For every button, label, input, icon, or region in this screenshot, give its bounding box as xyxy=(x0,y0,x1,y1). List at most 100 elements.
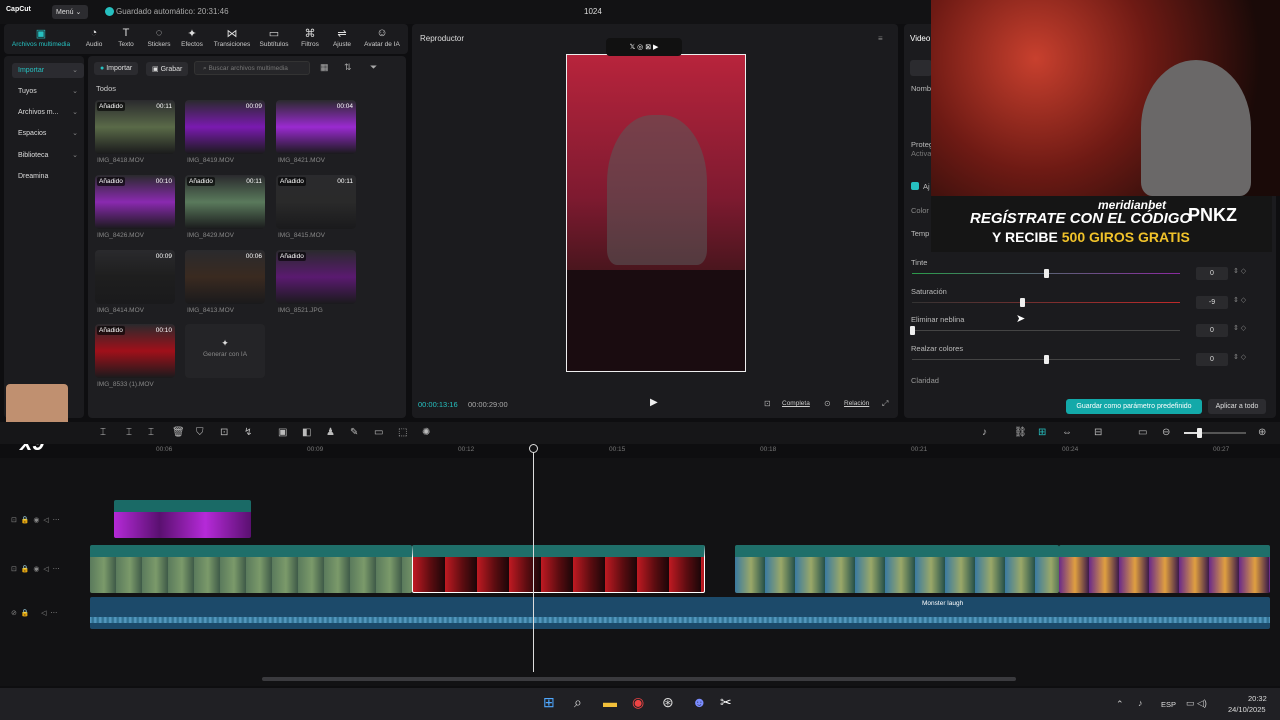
keyframe-icon[interactable]: ⇕ ◇ xyxy=(1233,324,1246,332)
clip-img-8521[interactable]: IMG_8521.JPG 00:00:05:00 xyxy=(1059,545,1270,593)
delete-icon[interactable]: 🗑 xyxy=(172,427,185,438)
timeline-scrollbar[interactable] xyxy=(262,677,1016,681)
clock-date[interactable]: 24/10/2025 xyxy=(1228,705,1266,714)
media-thumbnail[interactable]: Añadido 00:11 xyxy=(95,100,175,154)
windows-start-icon[interactable]: ⊞ xyxy=(543,694,555,711)
chrome-icon[interactable]: ◉ xyxy=(632,694,644,711)
menu-button[interactable]: Menú ⌄ xyxy=(52,5,88,19)
export-frame-icon[interactable]: ⬚ xyxy=(398,427,407,438)
slider-knob[interactable] xyxy=(1044,355,1049,364)
media-thumbnail[interactable]: 00:09 xyxy=(185,100,265,154)
sort-icon[interactable]: ⇅ xyxy=(344,62,352,73)
clip-img-8533-selected[interactable]: IMG_8533 (1).MOV 00:00:05:24 xyxy=(412,545,705,593)
crop-icon[interactable]: ⊡ xyxy=(764,399,771,408)
person-icon[interactable]: ♟ xyxy=(326,427,335,438)
adjust-checkbox[interactable] xyxy=(911,182,919,190)
chevron-up-icon[interactable]: ⌃ xyxy=(1116,699,1124,710)
track-controls-main[interactable]: ⊡ 🔒 ◉ ◁ ⋯ xyxy=(11,565,60,573)
zoom-in-icon[interactable]: ⊕ xyxy=(1258,427,1266,438)
tab-ai-avatar[interactable]: ☺ Avatar de IA xyxy=(360,27,404,48)
main-track-icon[interactable]: ⊞ xyxy=(1038,427,1046,438)
language-indicator[interactable]: ESP xyxy=(1161,700,1176,709)
shield-icon[interactable]: ⛉ xyxy=(196,427,204,438)
clip-img-8418[interactable]: IMG_8418.MOV 00:00:02:25 Velocidad 0.5X … xyxy=(90,545,412,593)
slider-knob[interactable] xyxy=(1044,269,1049,278)
microphone-tray-icon[interactable]: ♪ xyxy=(1138,698,1143,708)
playhead-handle[interactable] xyxy=(529,444,538,453)
tab-stickers[interactable]: ◌ Stickers xyxy=(144,27,174,48)
fullscreen-icon[interactable]: ⤢ xyxy=(882,399,888,409)
search-icon[interactable]: ⌕ xyxy=(574,694,582,711)
clip-img-8429[interactable]: IMG_8429.MOV 00:00:03:10 Velocidad 0.5X … xyxy=(735,545,1059,593)
clock-time[interactable]: 20:32 xyxy=(1248,694,1267,703)
sidebar-item-files[interactable]: Archivos m... ⌄ xyxy=(12,105,84,120)
clip-overlay[interactable]: IMG_8426.MOV 00:00:02:22 xyxy=(114,500,251,538)
preview-axis-icon[interactable]: ⊟ xyxy=(1094,427,1102,438)
tab-media[interactable]: ▣ Archivos multimedia xyxy=(8,27,74,48)
sidebar-item-yours[interactable]: Tuyos ⌄ xyxy=(12,84,84,99)
microphone-icon[interactable]: ♪ xyxy=(982,427,987,438)
filter-icon[interactable]: ⏷ xyxy=(370,62,377,73)
network-icon[interactable]: ▭ ◁) xyxy=(1186,698,1207,709)
tab-transitions[interactable]: ⋈ Transiciones xyxy=(210,27,254,48)
media-thumbnail[interactable]: Añadido xyxy=(276,250,356,304)
split-right-icon[interactable]: ⌶ xyxy=(148,427,154,438)
tab-filters[interactable]: ⌘ Filtros xyxy=(296,27,324,48)
media-thumbnail[interactable]: 00:04 xyxy=(276,100,356,154)
tab-audio[interactable]: ◔ Audio xyxy=(80,27,108,48)
image-icon[interactable]: ▣ xyxy=(278,427,287,438)
track-controls-overlay[interactable]: ⊡ 🔒 ◉ ◁ ⋯ xyxy=(11,516,60,524)
app-icon[interactable]: ⊛ xyxy=(662,694,674,711)
media-thumbnail[interactable]: 00:06 xyxy=(185,250,265,304)
zoom-out-icon[interactable]: ⊖ xyxy=(1162,427,1170,438)
timeline-ruler[interactable] xyxy=(90,444,1280,458)
save-preset-button[interactable]: Guardar como parámetro predefinido xyxy=(1066,399,1202,414)
slider-knob[interactable] xyxy=(1019,298,1025,307)
adjust-slider[interactable] xyxy=(912,302,1180,303)
media-thumbnail[interactable]: 00:09 xyxy=(95,250,175,304)
adjust-value[interactable]: 0 xyxy=(1196,353,1228,366)
zoom-knob[interactable] xyxy=(1197,428,1202,438)
ai-icon[interactable]: ✺ xyxy=(422,427,430,438)
tab-text[interactable]: T Texto xyxy=(112,27,140,48)
inspector-subtab[interactable] xyxy=(910,60,932,76)
apply-all-button[interactable]: Aplicar a todo xyxy=(1208,399,1266,414)
sidebar-item-spaces[interactable]: Espacios ⌄ xyxy=(12,126,84,141)
discord-icon[interactable]: ☻ xyxy=(692,694,707,710)
mirror-icon[interactable]: ◧ xyxy=(302,427,311,438)
media-thumbnail[interactable]: Añadido 00:10 xyxy=(95,324,175,378)
speed-icon[interactable]: ↯ xyxy=(244,427,252,438)
caption-icon[interactable]: ▭ xyxy=(374,427,383,438)
fit-icon[interactable]: ⊙ xyxy=(824,399,831,408)
link-icon[interactable]: ⛓ xyxy=(1014,427,1027,438)
slider-knob[interactable] xyxy=(910,326,915,335)
track-controls-audio[interactable]: ⊘ 🔒 ◁ ⋯ xyxy=(11,609,57,617)
grid-view-icon[interactable]: ▦ xyxy=(320,62,329,73)
subtitle-icon[interactable]: ▭ xyxy=(1138,427,1147,438)
keyframe-icon[interactable]: ⇕ ◇ xyxy=(1233,353,1246,361)
capcut-icon[interactable]: ✂ xyxy=(720,694,732,711)
record-button[interactable]: ▣ Grabar xyxy=(146,62,189,76)
adjust-slider[interactable] xyxy=(912,330,1180,331)
file-explorer-icon[interactable]: ▬ xyxy=(603,694,617,710)
sidebar-item-dreamina[interactable]: Dreamina xyxy=(12,169,84,184)
playhead[interactable] xyxy=(533,446,534,672)
import-button[interactable]: ● Importar xyxy=(94,62,139,75)
generate-ai-card[interactable]: ✦ Generar con IA xyxy=(185,324,265,378)
video-preview[interactable] xyxy=(566,54,746,372)
play-button[interactable]: ▶ xyxy=(650,397,658,408)
magic-icon[interactable]: ✎ xyxy=(350,427,358,438)
media-thumbnail[interactable]: Añadido 00:11 xyxy=(185,175,265,229)
select-icon[interactable]: ⌶ xyxy=(100,427,106,438)
split-left-icon[interactable]: ⌶ xyxy=(126,427,132,438)
clip-audio[interactable]: Monster laugh xyxy=(90,597,1270,629)
sidebar-item-library[interactable]: Biblioteca ⌄ xyxy=(12,148,84,163)
menu-icon[interactable]: ≡ xyxy=(878,34,883,43)
zoom-slider[interactable] xyxy=(1184,432,1246,434)
adjust-value[interactable]: 0 xyxy=(1196,324,1228,337)
ratio-button[interactable]: Relación xyxy=(844,400,869,407)
keyframe-icon[interactable]: ⇕ ◇ xyxy=(1233,296,1246,304)
full-view-button[interactable]: Completa xyxy=(782,400,810,407)
search-input[interactable]: ⌕ Buscar archivos multimedia xyxy=(194,61,310,75)
tab-effects[interactable]: ✦ Efectos xyxy=(178,27,206,48)
